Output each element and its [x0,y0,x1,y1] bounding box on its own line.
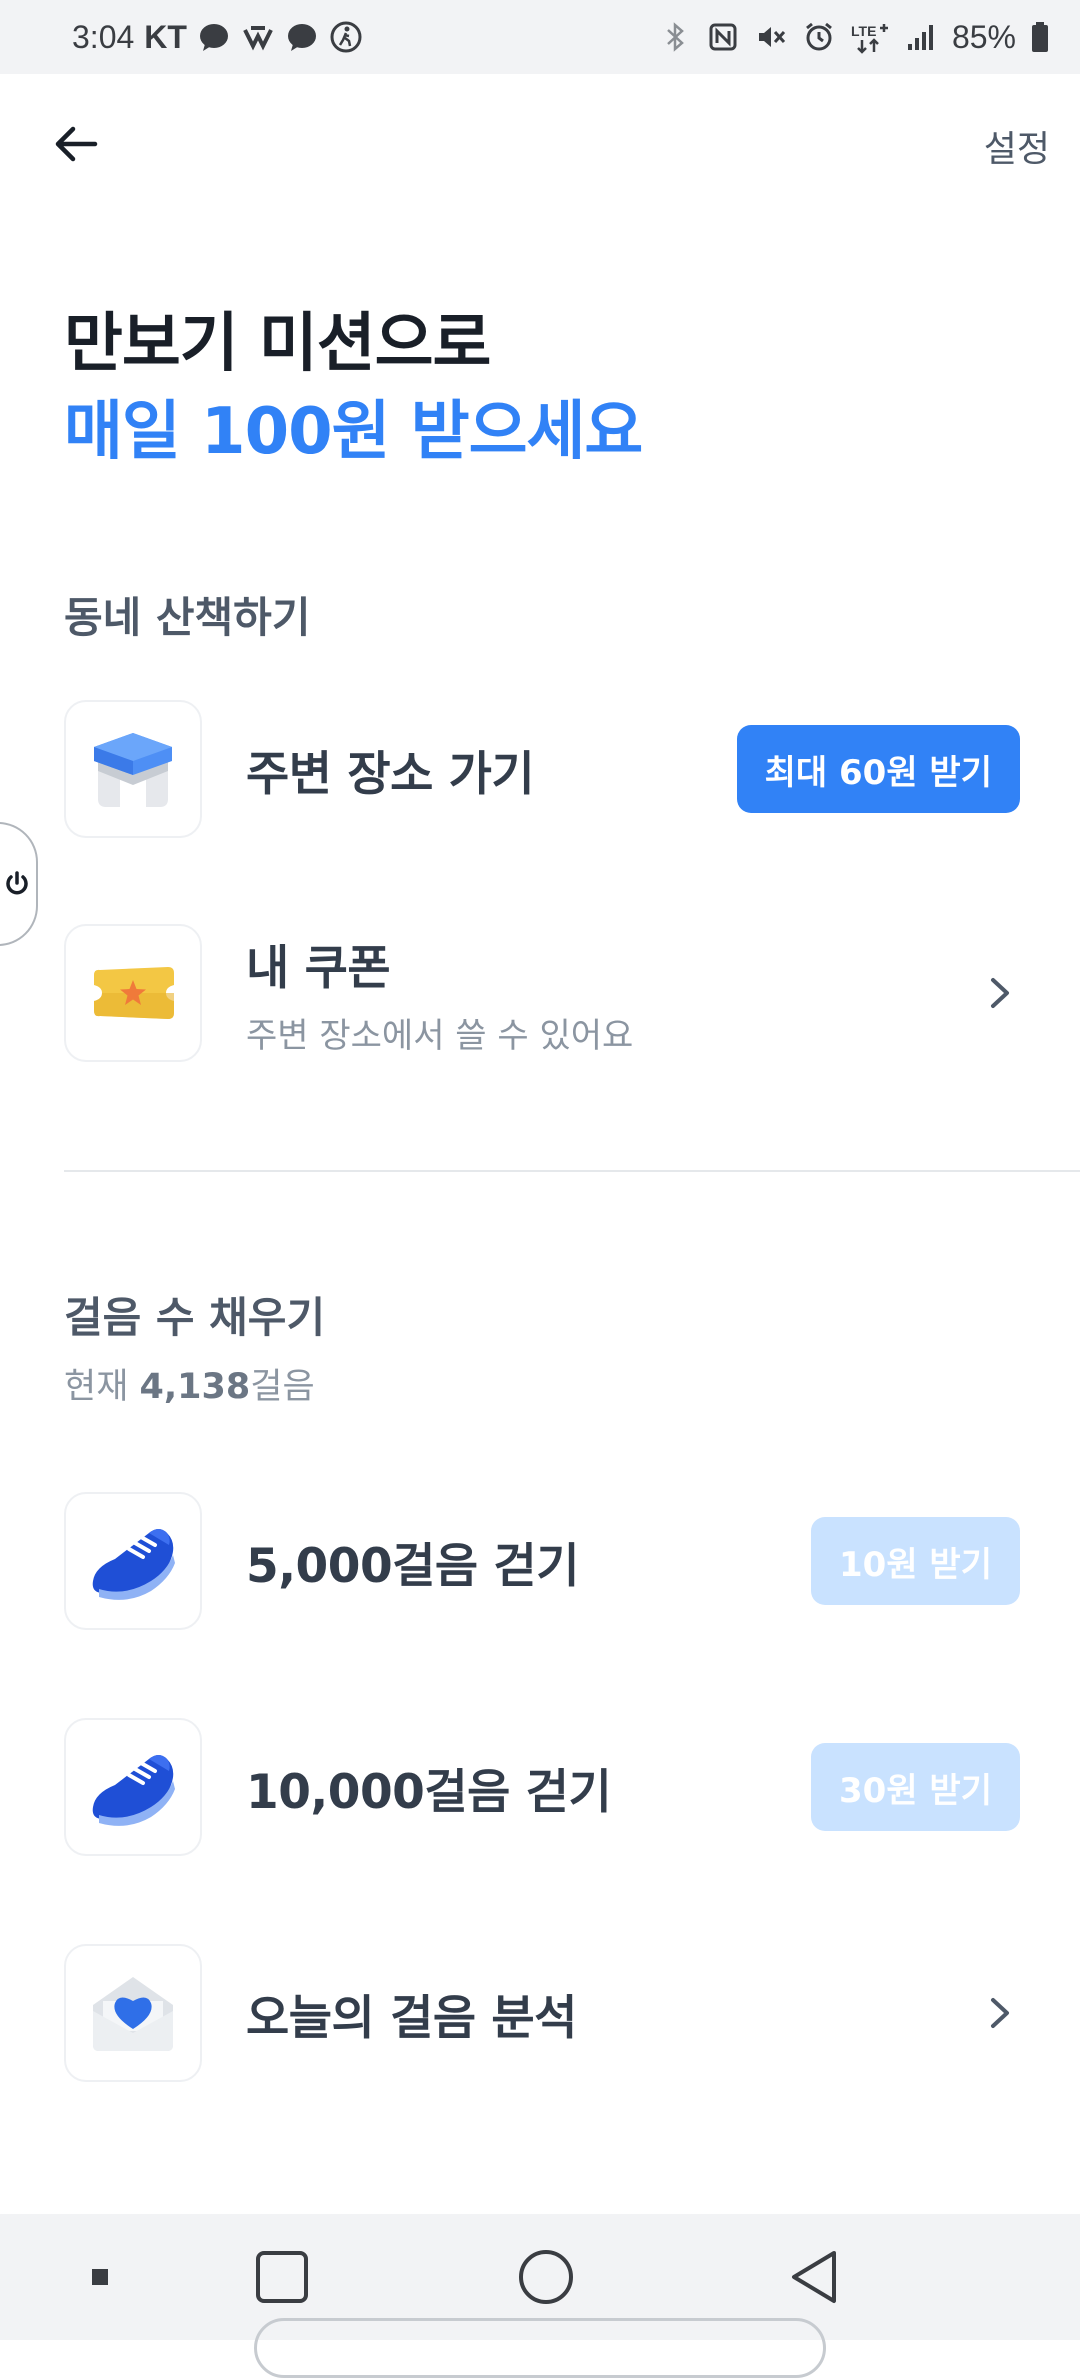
todays-step-analysis-row[interactable]: 오늘의 걸음 분석 [64,1943,1020,2083]
row-title: 내 쿠폰 [246,941,391,996]
current-steps-count: 4,138 [139,1367,251,1407]
row-title: 10,000걸음 걷기 [246,1764,612,1820]
nav-dot-button[interactable] [80,2214,120,2340]
row-title: 주변 장소 가기 [246,746,535,802]
status-time: 3:04 [72,18,135,55]
status-bar: 3:04 KT LTE 85% [0,0,1080,74]
recent-apps-icon [256,2251,308,2303]
edge-panel-handle[interactable] [0,822,38,946]
chevron-right-icon [980,973,1020,1013]
current-steps-suffix: 걸음 [250,1367,315,1407]
mission-5000-steps[interactable]: 5,000걸음 걷기 10원 받기 [64,1491,1020,1631]
row-text: 주변 장소 가기 [246,735,737,804]
row-text: 오늘의 걸음 분석 [246,1979,980,2048]
settings-link[interactable]: 설정 [984,120,1050,172]
reward-button-10[interactable]: 10원 받기 [811,1517,1020,1605]
svg-text:LTE: LTE [851,23,876,39]
home-circle-icon [519,2250,573,2304]
page-headline: 만보기 미션으로 매일 100원 받으세요 [64,300,643,476]
row-text: 10,000걸음 걷기 [246,1753,811,1822]
section-divider [64,1170,1080,1172]
alarm-icon [806,22,832,51]
row-title: 5,000걸음 걷기 [246,1538,580,1594]
battery-icon [1032,22,1048,52]
icon-tile [64,924,202,1062]
icon-tile [64,1492,202,1630]
square-dot-icon [92,2269,108,2285]
bluetooth-icon [667,22,684,52]
headline-line2: 매일 100원 받으세요 [64,395,643,469]
current-steps-prefix: 현재 [64,1367,140,1407]
section-title-steps: 걸음 수 채우기 [64,1293,326,1342]
status-carrier: KT [144,18,187,55]
mute-icon [758,27,786,47]
coupon-ticket-icon [94,967,174,1019]
reward-button-max-60[interactable]: 최대 60원 받기 [736,725,1020,813]
back-button[interactable] [44,112,108,176]
row-text: 5,000걸음 걷기 [246,1527,811,1596]
status-left: 3:04 KT [72,0,363,74]
blue-sneaker-icon [92,1529,175,1600]
power-icon [6,871,28,895]
status-right: LTE 85% [658,0,1050,74]
my-coupons-row[interactable]: 내 쿠폰 주변 장소에서 쓸 수 있어요 [64,923,1020,1063]
chevron-right-icon [980,1993,1020,2033]
nfc-icon [709,23,737,51]
row-text: 내 쿠폰 주변 장소에서 쓸 수 있어요 [246,929,980,1057]
blue-box-icon [94,733,172,807]
talk-bubble-icon [199,24,228,51]
link-icon [243,26,273,51]
arrow-left-icon [55,126,98,162]
blue-sneaker-icon [92,1755,175,1826]
row-title: 오늘의 걸음 분석 [246,1990,577,2046]
mission-10000-steps[interactable]: 10,000걸음 걷기 30원 받기 [64,1717,1020,1857]
row-subtitle: 주변 장소에서 쓸 수 있어요 [246,1016,634,1056]
icon-tile [64,700,202,838]
talk-bubble-icon [287,24,316,51]
icon-tile [64,1718,202,1856]
gesture-handle[interactable] [254,2318,826,2378]
current-steps-text: 현재 4,138걸음 [64,1358,315,1409]
signal-icon [907,25,933,50]
battery-percent: 85% [951,18,1016,55]
section-title-walk: 동네 산책하기 [64,593,311,642]
walking-icon [330,21,362,53]
mission-nearby-places[interactable]: 주변 장소 가기 최대 60원 받기 [64,699,1020,839]
headline-line1: 만보기 미션으로 [64,307,491,381]
lte-icon: LTE [851,23,888,54]
icon-tile [64,1944,202,2082]
reward-button-30[interactable]: 30원 받기 [811,1743,1020,1831]
back-triangle-icon [792,2251,836,2303]
heart-envelope-icon [93,1977,173,2051]
